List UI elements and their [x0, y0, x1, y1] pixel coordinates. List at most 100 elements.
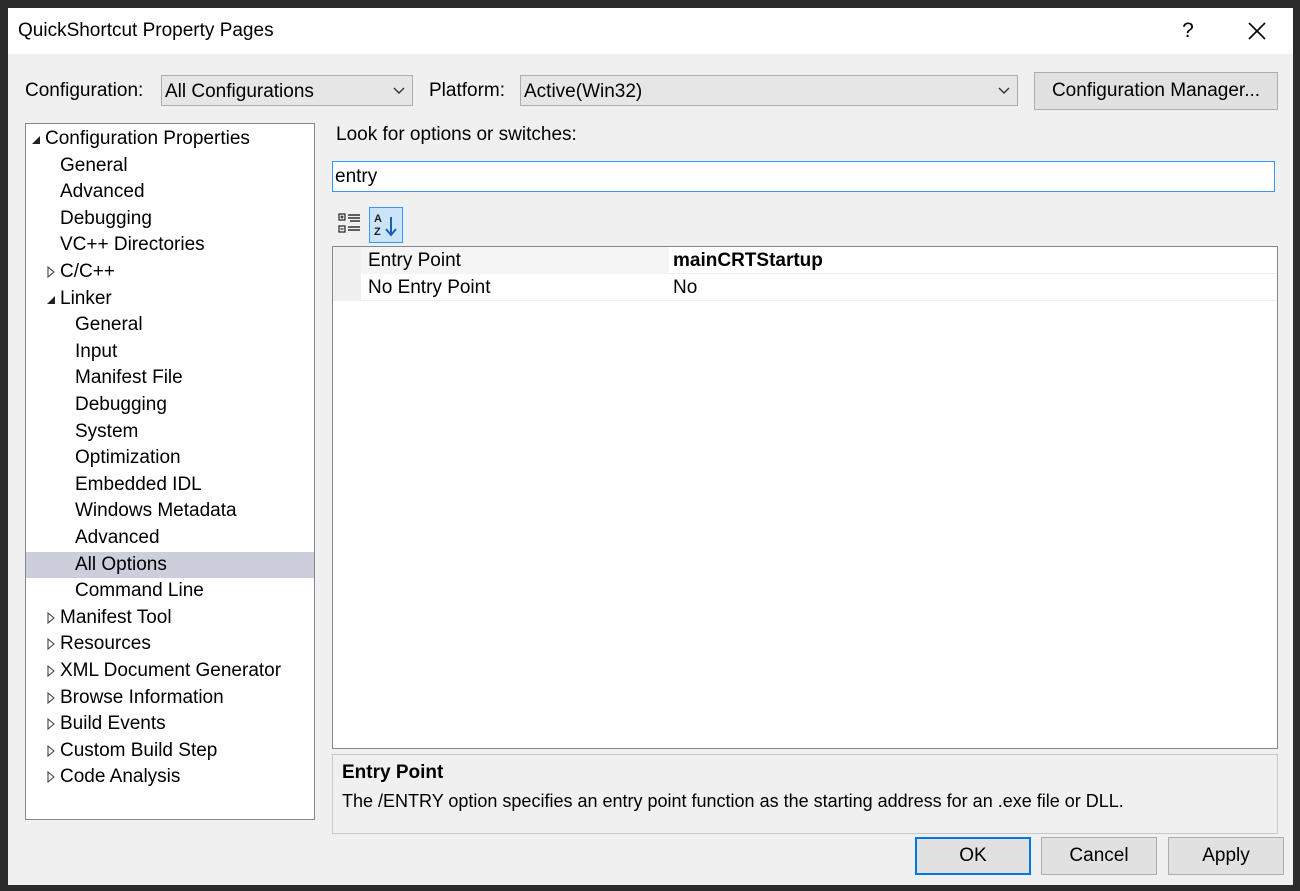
tree-item-label: XML Document Generator	[60, 660, 282, 681]
collapsed-triangle-icon[interactable]	[46, 638, 56, 651]
apply-button[interactable]: Apply	[1168, 837, 1284, 875]
tree-item[interactable]: System	[26, 419, 314, 445]
chevron-down-icon	[393, 87, 405, 94]
grid-row[interactable]: No Entry Point No	[333, 274, 1277, 301]
tree-item[interactable]: Optimization	[26, 445, 314, 471]
tree-item[interactable]: Debugging	[26, 206, 314, 232]
close-button[interactable]	[1234, 8, 1280, 54]
categorized-view-button[interactable]	[334, 207, 368, 243]
tree-item-label: Debugging	[75, 394, 167, 415]
configuration-value: All Configurations	[165, 81, 314, 102]
tree-item-label: Linker	[60, 287, 112, 309]
tree-item[interactable]: Build Events	[26, 711, 314, 737]
configuration-manager-button[interactable]: Configuration Manager...	[1034, 72, 1278, 110]
property-grid: Entry Point mainCRTStartup No Entry Poin…	[332, 246, 1278, 749]
tree-item[interactable]: Resources	[26, 631, 314, 657]
tree-item-label: General	[60, 154, 128, 176]
collapsed-triangle-icon[interactable]	[46, 771, 56, 784]
tree-item[interactable]: Browse Information	[26, 685, 314, 711]
collapsed-triangle-icon[interactable]	[46, 691, 56, 704]
property-value[interactable]: mainCRTStartup	[673, 250, 823, 272]
tree-item[interactable]: Manifest Tool	[26, 605, 314, 631]
tree-item-label: System	[75, 420, 139, 442]
collapsed-triangle-icon[interactable]	[46, 718, 56, 731]
categorized-view-icon	[338, 213, 360, 233]
search-input[interactable]	[332, 161, 1275, 192]
tree-item[interactable]: XML Document Generator	[26, 658, 314, 684]
platform-value: Active(Win32)	[524, 81, 643, 102]
platform-label: Platform:	[429, 80, 506, 101]
close-icon	[1248, 22, 1266, 40]
tree-item[interactable]: Configuration Properties	[26, 126, 314, 152]
chevron-down-icon	[998, 87, 1010, 94]
collapsed-triangle-icon[interactable]	[46, 266, 56, 278]
property-name: No Entry Point	[368, 277, 491, 298]
tree-item-label: Optimization	[75, 447, 181, 469]
tree-item-label: General	[75, 314, 143, 336]
tree-item-label: Custom Build Step	[60, 739, 218, 761]
tree-item[interactable]: Embedded IDL	[26, 472, 314, 498]
collapsed-triangle-icon[interactable]	[46, 744, 56, 757]
tree-item[interactable]: General	[26, 312, 314, 338]
configuration-dropdown[interactable]: All Configurations	[161, 75, 413, 106]
tree-item[interactable]: Command Line	[26, 578, 314, 604]
tree-item[interactable]: C/C++	[26, 259, 314, 285]
tree-item-label: Code Analysis	[60, 766, 181, 788]
tree-item-label: Build Events	[60, 713, 166, 735]
property-pages-dialog: QuickShortcut Property Pages ? Configura…	[8, 8, 1293, 885]
title-bar: QuickShortcut Property Pages ?	[8, 8, 1293, 54]
collapsed-triangle-icon[interactable]	[46, 665, 56, 677]
ok-button[interactable]: OK	[915, 837, 1031, 875]
svg-text:Z: Z	[374, 226, 381, 238]
property-tree[interactable]: Configuration Properties General Advanced D…	[25, 123, 315, 820]
row-gutter	[333, 247, 361, 274]
grid-row[interactable]: Entry Point mainCRTStartup	[333, 247, 1277, 274]
window-title: QuickShortcut Property Pages	[18, 20, 274, 41]
tree-item-label: Debugging	[60, 207, 152, 229]
tree-item-label: Command Line	[75, 580, 204, 602]
tree-item[interactable]: Windows Metadata	[26, 498, 314, 524]
row-gutter	[333, 274, 361, 301]
tree-item-label: Browse Information	[60, 686, 224, 708]
tree-item-label: Manifest Tool	[60, 606, 172, 628]
tree-item-label: Advanced	[60, 181, 145, 203]
tree-item-label: Configuration Properties	[45, 128, 250, 149]
platform-dropdown[interactable]: Active(Win32)	[520, 75, 1018, 106]
tree-item[interactable]: Manifest File	[26, 365, 314, 391]
tree-item-label: Advanced	[75, 527, 160, 548]
tree-item[interactable]: Code Analysis	[26, 764, 314, 790]
sort-alphabetical-button[interactable]: A Z	[369, 207, 403, 243]
description-panel: Entry Point The /ENTRY option specifies …	[332, 754, 1278, 834]
tree-item-label: Manifest File	[75, 367, 183, 389]
tree-item-label: Embedded IDL	[75, 473, 202, 495]
cancel-label: Cancel	[1069, 845, 1129, 866]
tree-item[interactable]: Advanced	[26, 525, 314, 551]
tree-item-label: C/C++	[60, 261, 115, 282]
collapsed-triangle-icon[interactable]	[46, 611, 56, 624]
tree-item[interactable]: Custom Build Step	[26, 738, 314, 764]
configuration-manager-label: Configuration Manager...	[1051, 80, 1261, 101]
tree-item[interactable]: VC++ Directories	[26, 232, 314, 258]
configuration-label: Configuration:	[25, 80, 144, 101]
tree-item-label: Windows Metadata	[75, 500, 237, 522]
expanded-triangle-icon[interactable]	[31, 133, 41, 145]
cancel-button[interactable]: Cancel	[1041, 837, 1157, 875]
tree-item-label: VC++ Directories	[60, 234, 205, 256]
tree-item[interactable]: Advanced	[26, 179, 314, 205]
expanded-triangle-icon[interactable]	[46, 293, 56, 305]
property-value[interactable]: No	[673, 277, 697, 299]
tree-item[interactable]: Debugging	[26, 392, 314, 418]
help-button[interactable]: ?	[1168, 8, 1208, 54]
description-title: Entry Point	[342, 762, 444, 783]
tree-item-label: All Options	[75, 553, 167, 575]
tree-item-label: Resources	[60, 633, 151, 655]
tree-item[interactable]: General	[26, 153, 314, 179]
search-label: Look for options or switches:	[336, 124, 577, 145]
apply-label: Apply	[1202, 845, 1250, 866]
tree-item-label: Input	[75, 340, 118, 362]
tree-item[interactable]: All Options	[26, 551, 314, 578]
property-name: Entry Point	[368, 250, 461, 271]
tree-item[interactable]: Linker	[26, 286, 314, 312]
svg-text:A: A	[374, 213, 382, 225]
tree-item[interactable]: Input	[26, 339, 314, 365]
